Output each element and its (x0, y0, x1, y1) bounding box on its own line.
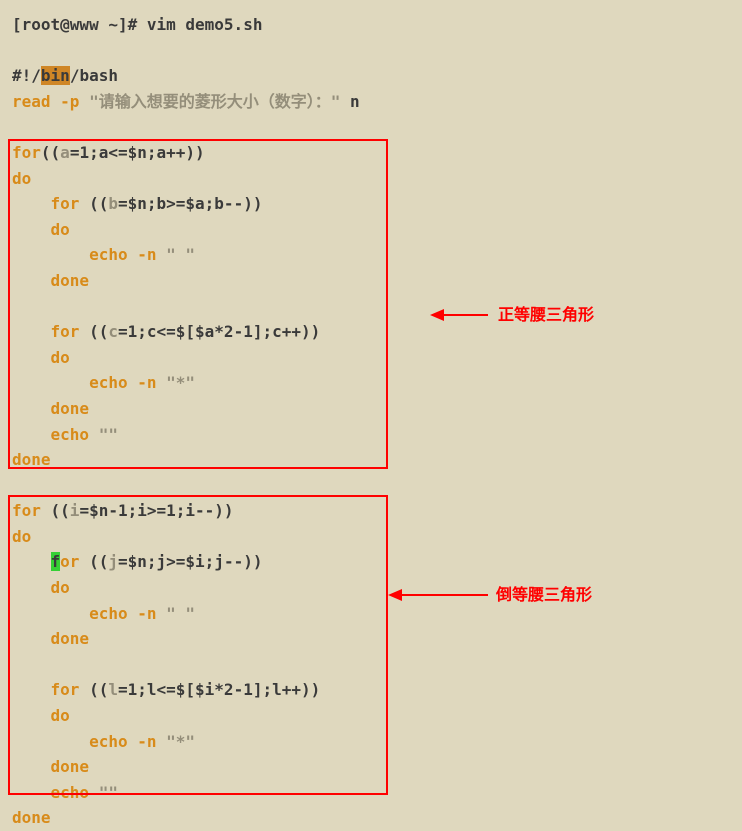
for-l-line: for ((l=1;l<=$[$i*2-1];l++)) (12, 677, 730, 703)
for-b-line: for ((b=$n;b>=$a;b--)) (12, 191, 730, 217)
for-cond-i: =$n-1;i>=1;i-- (79, 501, 214, 520)
read-string: "请输入想要的菱形大小（数字）：" (89, 92, 340, 111)
echo-arg-star: "*" (166, 732, 195, 751)
paren-close: )) (243, 552, 262, 571)
kw-done: done (12, 629, 89, 648)
echo-empty-line: echo "" (12, 780, 730, 806)
kw-for-j-pre (12, 552, 51, 571)
annotation-label-upper: 正等腰三角形 (498, 303, 594, 329)
done-line: done (12, 805, 730, 831)
read-cmd: read -p (12, 92, 89, 111)
shebang-highlighted-bin: bin (41, 66, 70, 85)
do-line: do (12, 703, 730, 729)
echo-space-line: echo -n " " (12, 242, 730, 268)
read-line: read -p "请输入想要的菱形大小（数字）：" n (12, 89, 730, 115)
for-outer-top: for((a=1;a<=$n;a++)) (12, 140, 730, 166)
echo-star-line: echo -n "*" (12, 729, 730, 755)
annotation-label-lower: 倒等腰三角形 (496, 583, 592, 609)
kw-for-c: for (12, 322, 89, 341)
blank-line (12, 114, 730, 140)
for-cond-c: =1;c<=$[$a*2-1];c++ (118, 322, 301, 341)
kw-do: do (12, 220, 70, 239)
blank-line (12, 38, 730, 64)
do-line: do (12, 345, 730, 371)
done-line: done (12, 447, 730, 473)
kw-do: do (12, 578, 70, 597)
paren-close: )) (301, 680, 320, 699)
done-line: done (12, 268, 730, 294)
echo-cmd: echo -n (12, 373, 166, 392)
echo-arg-empty: "" (99, 783, 118, 802)
paren-open: (( (89, 552, 108, 571)
prompt-text: [root@www ~]# vim demo5.sh (12, 15, 262, 34)
kw-for: for (12, 501, 51, 520)
paren-open: (( (89, 194, 108, 213)
for-cond-j: =$n;j>=$i;j-- (118, 552, 243, 571)
for-cond-b: =$n;b>=$a;b-- (118, 194, 243, 213)
do-line: do (12, 575, 730, 601)
echo-cmd: echo (12, 783, 99, 802)
terminal-prompt-line: [root@www ~]# vim demo5.sh (12, 12, 730, 38)
kw-do: do (12, 706, 70, 725)
echo-empty-line: echo "" (12, 422, 730, 448)
paren-close: )) (301, 322, 320, 341)
blank-line (12, 652, 730, 678)
for-j-line: for ((j=$n;j>=$i;j--)) (12, 549, 730, 575)
echo-cmd: echo (12, 425, 99, 444)
cursor-highlight: f (51, 552, 61, 571)
paren-open: (( (51, 501, 70, 520)
paren-close: )) (185, 143, 204, 162)
echo-arg-space: " " (166, 245, 195, 264)
kw-done: done (12, 808, 51, 827)
echo-cmd: echo -n (12, 604, 166, 623)
for-c-line: for ((c=1;c<=$[$a*2-1];c++)) (12, 319, 730, 345)
kw-do: do (12, 169, 31, 188)
for-cond-l: =1;l<=$[$i*2-1];l++ (118, 680, 301, 699)
var-c: c (108, 322, 118, 341)
echo-arg-empty: "" (99, 425, 118, 444)
blank-line (12, 473, 730, 499)
arrow-icon-lower (388, 586, 490, 604)
paren-close: )) (243, 194, 262, 213)
kw-for-l: for (12, 680, 89, 699)
for-cond-a: =1;a<=$n;a++ (70, 143, 186, 162)
read-var: n (340, 92, 359, 111)
kw-do: do (12, 348, 70, 367)
paren-open: (( (89, 322, 108, 341)
paren-open: (( (41, 143, 60, 162)
echo-cmd: echo -n (12, 732, 166, 751)
done-line: done (12, 754, 730, 780)
var-l: l (108, 680, 118, 699)
echo-star-line: echo -n "*" (12, 370, 730, 396)
blank-line (12, 294, 730, 320)
for-outer-bottom: for ((i=$n-1;i>=1;i--)) (12, 498, 730, 524)
echo-space-line: echo -n " " (12, 601, 730, 627)
shebang-part3: /bash (70, 66, 118, 85)
var-a: a (60, 143, 70, 162)
var-j: j (108, 552, 118, 571)
kw-for: for (12, 143, 41, 162)
paren-open: (( (89, 680, 108, 699)
done-line: done (12, 396, 730, 422)
kw-done: done (12, 757, 89, 776)
echo-cmd: echo -n (12, 245, 166, 264)
paren-close: )) (214, 501, 233, 520)
do-line: do (12, 217, 730, 243)
shebang-line: #!/bin/bash (12, 63, 730, 89)
do-line: do (12, 166, 730, 192)
kw-for-b: for (12, 194, 89, 213)
kw-for-j-post: or (60, 552, 89, 571)
done-line: done (12, 626, 730, 652)
var-b: b (108, 194, 118, 213)
kw-done: done (12, 450, 51, 469)
kw-do: do (12, 527, 31, 546)
kw-done: done (12, 271, 89, 290)
shebang-part1: #!/ (12, 66, 41, 85)
arrow-icon-upper (430, 306, 490, 324)
do-line: do (12, 524, 730, 550)
echo-arg-space: " " (166, 604, 195, 623)
var-i: i (70, 501, 80, 520)
echo-arg-star: "*" (166, 373, 195, 392)
kw-done: done (12, 399, 89, 418)
